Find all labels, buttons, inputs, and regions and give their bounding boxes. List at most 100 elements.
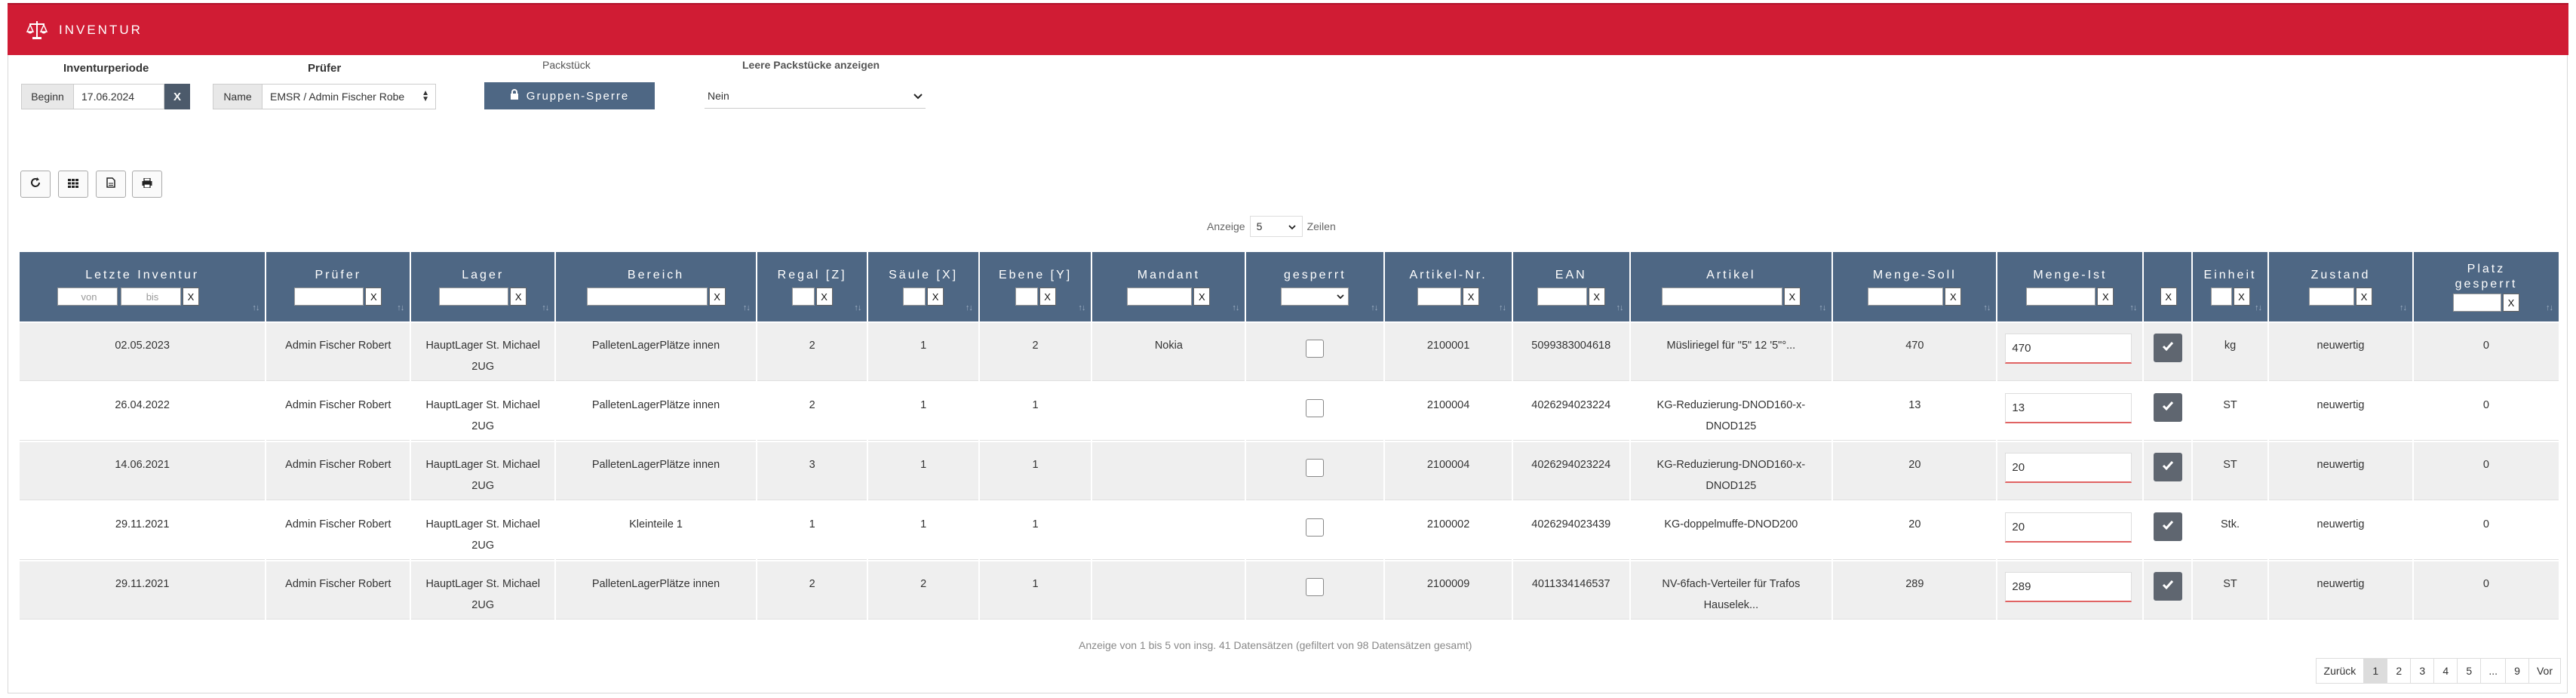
page-button[interactable]: 1	[2363, 658, 2388, 684]
sort-icon[interactable]: ↑↓	[1078, 303, 1085, 312]
filter-clear-button[interactable]: X	[2355, 288, 2372, 306]
columns-button[interactable]	[58, 171, 88, 198]
col-platz-gesperrt[interactable]: Platz gesperrt X ↑↓	[2413, 252, 2559, 321]
page-button[interactable]: 5	[2457, 658, 2482, 684]
filter-clear-button[interactable]: X	[1039, 288, 1056, 306]
sort-icon[interactable]: ↑↓	[397, 303, 404, 312]
filter-clear-button[interactable]: X	[1945, 288, 1962, 306]
sort-icon[interactable]: ↑↓	[1232, 303, 1239, 312]
filter-clear-button[interactable]: X	[2160, 288, 2177, 306]
col-ean[interactable]: EAN X ↑↓	[1512, 252, 1629, 321]
col-artikel[interactable]: Artikel X ↑↓	[1630, 252, 1832, 321]
filter-clear-button[interactable]: X	[1783, 288, 1801, 306]
filter-input[interactable]	[1661, 288, 1782, 306]
print-button[interactable]	[132, 171, 162, 198]
sort-icon[interactable]: ↑↓	[1819, 303, 1826, 312]
col-letzte-inventur[interactable]: Letzte Inventur von bis X ↑↓	[20, 252, 266, 321]
filter-von-input[interactable]: von	[57, 288, 118, 306]
gesperrt-checkbox[interactable]	[1306, 340, 1325, 358]
filter-bis-input[interactable]: bis	[121, 288, 181, 306]
sort-icon[interactable]: ↑↓	[1371, 303, 1378, 312]
filter-input[interactable]	[1537, 288, 1587, 306]
pruefer-select[interactable]: EMSR / Admin Fischer Robe ▲ ▼	[262, 84, 436, 109]
col-einheit[interactable]: Einheit X ↑↓	[2193, 252, 2267, 321]
clear-date-button[interactable]: X	[164, 84, 190, 109]
sort-icon[interactable]: ↑↓	[2546, 303, 2553, 312]
refresh-button[interactable]	[20, 171, 51, 198]
col-zustand[interactable]: Zustand X ↑↓	[2269, 252, 2412, 321]
sort-icon[interactable]: ↑↓	[966, 303, 973, 312]
filter-clear-button[interactable]: X	[2502, 294, 2519, 312]
page-button[interactable]: 4	[2433, 658, 2458, 684]
menge-ist-input[interactable]: 289	[2005, 572, 2132, 602]
page-size-select[interactable]: 5	[1249, 216, 1303, 237]
col-menge-ist[interactable]: Menge-Ist X ↑↓	[1997, 252, 2143, 321]
filter-input[interactable]	[1868, 288, 1944, 306]
group-lock-button[interactable]: Gruppen-Sperre	[484, 82, 655, 109]
filter-input[interactable]	[439, 288, 509, 306]
prev-page-button[interactable]: Zurück	[2315, 658, 2365, 684]
sort-icon[interactable]: ↑↓	[2255, 303, 2262, 312]
filter-clear-button[interactable]: X	[2233, 288, 2250, 306]
export-button[interactable]	[96, 171, 126, 198]
confirm-button[interactable]	[2153, 334, 2182, 362]
filter-input[interactable]	[1015, 288, 1038, 306]
filter-clear-button[interactable]: X	[365, 288, 382, 306]
menge-ist-input[interactable]: 20	[2005, 453, 2132, 483]
col-artikelnr[interactable]: Artikel-Nr. X ↑↓	[1385, 252, 1512, 321]
sort-icon[interactable]: ↑↓	[252, 303, 259, 312]
filter-input[interactable]	[2026, 288, 2096, 306]
col-regal[interactable]: Regal [Z] X ↑↓	[757, 252, 867, 321]
begin-date-input[interactable]: 17.06.2024	[73, 84, 164, 109]
filter-input[interactable]	[294, 288, 364, 306]
sort-icon[interactable]: ↑↓	[2399, 303, 2407, 312]
filter-clear-button[interactable]: X	[2097, 288, 2114, 306]
confirm-button[interactable]	[2153, 393, 2182, 422]
sort-icon[interactable]: ↑↓	[1983, 303, 1991, 312]
filter-clear-button[interactable]: X	[1588, 288, 1605, 306]
sort-icon[interactable]: ↑↓	[542, 303, 549, 312]
filter-input[interactable]	[2210, 288, 2232, 306]
col-pruefer[interactable]: Prüfer X ↑↓	[266, 252, 410, 321]
leere-select[interactable]: Nein	[705, 83, 926, 109]
filter-input[interactable]	[586, 288, 708, 306]
confirm-button[interactable]	[2153, 453, 2182, 481]
filter-clear-button[interactable]: X	[708, 288, 726, 306]
filter-input[interactable]	[903, 288, 926, 306]
filter-input[interactable]	[2452, 294, 2501, 312]
filter-clear-button[interactable]: X	[1463, 288, 1480, 306]
col-lager[interactable]: Lager X ↑↓	[411, 252, 555, 321]
filter-clear-button[interactable]: X	[927, 288, 944, 306]
gesperrt-checkbox[interactable]	[1306, 578, 1325, 596]
page-button[interactable]: 3	[2410, 658, 2435, 684]
col-gesperrt[interactable]: gesperrt ↑↓	[1246, 252, 1384, 321]
sort-icon[interactable]: ↑↓	[1617, 303, 1624, 312]
filter-input[interactable]	[1417, 288, 1462, 306]
menge-ist-input[interactable]: 13	[2005, 393, 2132, 423]
sort-icon[interactable]: ↑↓	[743, 303, 751, 312]
gesperrt-checkbox[interactable]	[1306, 518, 1325, 537]
page-button[interactable]: 9	[2504, 658, 2529, 684]
filter-clear-button[interactable]: X	[183, 288, 199, 306]
next-page-button[interactable]: Vor	[2528, 658, 2561, 684]
filter-select[interactable]	[1281, 288, 1349, 306]
gesperrt-checkbox[interactable]	[1306, 399, 1325, 417]
filter-clear-button[interactable]: X	[510, 288, 527, 306]
sort-icon[interactable]: ↑↓	[854, 303, 861, 312]
filter-clear-button[interactable]: X	[1193, 288, 1211, 306]
sort-icon[interactable]: ↑↓	[2129, 303, 2137, 312]
page-button[interactable]: 2	[2387, 658, 2412, 684]
menge-ist-input[interactable]: 20	[2005, 512, 2132, 543]
filter-input[interactable]	[2308, 288, 2354, 306]
sort-icon[interactable]: ↑↓	[1499, 303, 1506, 312]
col-saeule[interactable]: Säule [X] X ↑↓	[868, 252, 978, 321]
col-ebene[interactable]: Ebene [Y] X ↑↓	[979, 252, 1091, 321]
confirm-button[interactable]	[2153, 572, 2182, 601]
col-mandant[interactable]: Mandant X ↑↓	[1092, 252, 1245, 321]
confirm-button[interactable]	[2153, 512, 2182, 541]
filter-clear-button[interactable]: X	[815, 288, 833, 306]
menge-ist-input[interactable]: 470	[2005, 334, 2132, 364]
filter-input[interactable]	[1127, 288, 1193, 306]
col-bereich[interactable]: Bereich X ↑↓	[556, 252, 756, 321]
gesperrt-checkbox[interactable]	[1306, 459, 1325, 477]
